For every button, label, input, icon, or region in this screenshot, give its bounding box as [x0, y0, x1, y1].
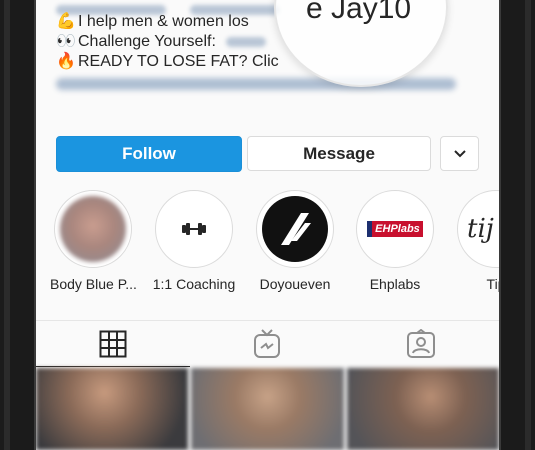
dumbbell-icon: [182, 223, 206, 235]
grid-icon: [99, 330, 127, 358]
highlight-cover: [161, 196, 227, 262]
profile-screen: 💪 I help men & women los 👀 Challenge Yours…: [36, 0, 499, 450]
highlight-ring: [155, 190, 233, 268]
highlight-tip[interactable]: tij Tip: [453, 190, 499, 292]
bio-text: Challenge Yourself:: [78, 33, 216, 50]
phone-frame-left: [0, 0, 36, 450]
tip-logo: tij: [467, 214, 494, 244]
active-tab-indicator: [36, 366, 190, 367]
posts-grid: [36, 368, 499, 450]
fire-icon: 🔥: [56, 53, 76, 70]
tab-tagged[interactable]: [344, 321, 498, 367]
magnifier-overlay: e Jay10: [274, 0, 448, 87]
bio-text: READY TO LOSE FAT? Clic: [78, 53, 279, 70]
profile-action-row: Follow Message: [56, 136, 479, 172]
story-highlights: Body Blue P... 1:1 Coaching Doyoueven EH…: [36, 190, 499, 300]
highlight-coaching[interactable]: 1:1 Coaching: [151, 190, 237, 292]
highlight-cover: tij: [459, 196, 499, 262]
post-thumbnail[interactable]: [191, 368, 344, 450]
tab-posts-grid[interactable]: [36, 321, 190, 367]
doyoueven-logo-icon: [281, 213, 311, 245]
post-thumbnail[interactable]: [346, 368, 499, 450]
highlight-label: 1:1 Coaching: [152, 276, 236, 292]
magnified-text: e Jay10: [306, 0, 412, 25]
highlight-cover: [60, 196, 126, 262]
tagged-icon: [407, 329, 435, 358]
highlight-label: Tip: [486, 276, 499, 292]
follow-button[interactable]: Follow: [56, 136, 242, 172]
chevron-down-icon: [453, 149, 466, 157]
more-options-button[interactable]: [440, 136, 479, 171]
highlight-label: Doyoueven: [259, 276, 331, 292]
highlight-cover: [262, 196, 328, 262]
post-thumbnail[interactable]: [36, 368, 189, 450]
tab-igtv[interactable]: [190, 321, 344, 367]
highlight-label: Body Blue P...: [50, 276, 137, 292]
highlight-ring: [256, 190, 334, 268]
ehplabs-logo: EHPlabs: [367, 221, 423, 237]
phone-frame-right: [499, 0, 535, 450]
profile-tabs: [36, 320, 499, 367]
highlight-ring: [54, 190, 132, 268]
highlight-body-blue[interactable]: Body Blue P...: [50, 190, 137, 292]
eyes-icon: 👀: [56, 33, 76, 50]
flexed-biceps-icon: 💪: [56, 13, 76, 30]
bio-text: I help men & women los: [78, 13, 249, 30]
highlight-cover: EHPlabs: [362, 196, 428, 262]
highlight-doyoueven[interactable]: Doyoueven: [252, 190, 338, 292]
highlight-label: Ehplabs: [369, 276, 421, 292]
highlight-ring: tij: [457, 190, 499, 268]
highlight-ehplabs[interactable]: EHPlabs Ehplabs: [352, 190, 438, 292]
message-button[interactable]: Message: [247, 136, 431, 171]
igtv-icon: [254, 329, 280, 358]
highlight-ring: EHPlabs: [356, 190, 434, 268]
